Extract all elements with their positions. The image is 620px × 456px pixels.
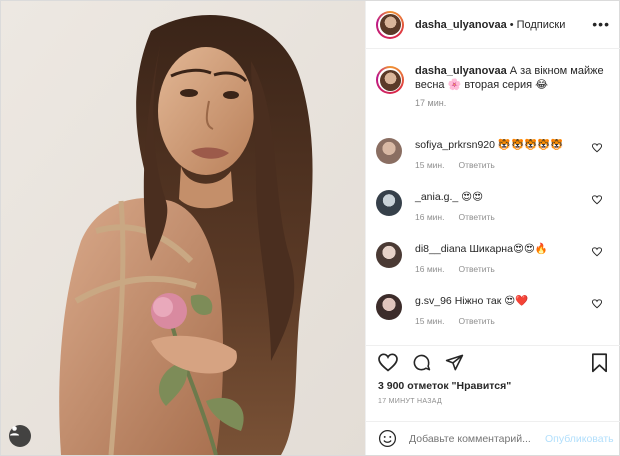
comment-like-icon[interactable] xyxy=(592,299,602,309)
header-separator: • xyxy=(509,18,514,31)
likes-count[interactable]: 3 900 отметок "Нравится" xyxy=(378,380,511,392)
commenter-avatar[interactable] xyxy=(376,242,402,268)
following-button[interactable]: Подписки xyxy=(517,19,566,31)
comment-username[interactable]: g.sv_96 xyxy=(415,295,452,307)
comment-text: Шикарна😍😍🔥 xyxy=(469,243,548,255)
caption-time: 17 мин. xyxy=(415,98,447,108)
comment-text: 🐯🐯🐯🐯🐯 xyxy=(497,139,564,151)
comment-time: 15 мин. xyxy=(415,160,445,170)
comment-time: 16 мин. xyxy=(415,264,445,274)
comment-username[interactable]: sofiya_prkrsn920 xyxy=(415,139,495,151)
comment-username[interactable]: _ania.g._ xyxy=(415,191,458,203)
comment-icon[interactable] xyxy=(412,353,431,372)
heart-icon[interactable] xyxy=(378,353,398,372)
emoji-icon[interactable] xyxy=(378,429,397,448)
commenter-avatar[interactable] xyxy=(376,294,402,320)
commenter-avatar[interactable] xyxy=(376,190,402,216)
more-options-icon[interactable]: ••• xyxy=(592,16,610,32)
reply-button[interactable]: Ответить xyxy=(458,264,494,274)
author-avatar[interactable] xyxy=(376,10,404,39)
comment-row: di8__diana Шикарна😍😍🔥 16 мин. Ответить xyxy=(366,234,620,286)
person-icon xyxy=(10,426,19,436)
caption-username[interactable]: dasha_ulyanovaa xyxy=(415,65,507,77)
add-comment-bar: Опубликовать xyxy=(366,421,620,455)
post-photo[interactable] xyxy=(1,1,365,455)
post-caption: dasha_ulyanovaa А за вікном майже весна … xyxy=(366,50,620,130)
share-icon[interactable] xyxy=(445,353,464,372)
post-sidebar: dasha_ulyanovaa • Подписки ••• dasha_uly… xyxy=(365,1,620,455)
comment-input[interactable] xyxy=(409,432,541,445)
reply-button[interactable]: Ответить xyxy=(458,160,494,170)
comment-username[interactable]: di8__diana xyxy=(415,243,466,255)
author-username[interactable]: dasha_ulyanovaa xyxy=(415,19,507,31)
comment-time: 15 мин. xyxy=(415,316,445,326)
comment-like-icon[interactable] xyxy=(592,143,602,153)
comment-text: Ніжно так 😍❤️ xyxy=(454,295,529,307)
post-time[interactable]: 17 МИНУТ НАЗАД xyxy=(378,398,442,405)
comment-row: _ania.g._ 😍😍 16 мин. Ответить xyxy=(366,182,620,234)
comment-row: sofiya_prkrsn920 🐯🐯🐯🐯🐯 15 мин. Ответить xyxy=(366,130,620,182)
post-photo-illustration xyxy=(1,1,365,455)
instagram-post: dasha_ulyanovaa • Подписки ••• dasha_uly… xyxy=(0,0,620,456)
comment-text: 😍😍 xyxy=(461,191,484,203)
bookmark-icon[interactable] xyxy=(591,353,608,373)
commenter-avatar[interactable] xyxy=(376,138,402,164)
comment-like-icon[interactable] xyxy=(592,195,602,205)
reply-button[interactable]: Ответить xyxy=(458,316,494,326)
publish-button[interactable]: Опубликовать xyxy=(545,433,614,445)
comments-list[interactable]: dasha_ulyanovaa А за вікном майже весна … xyxy=(366,50,620,346)
caption-avatar[interactable] xyxy=(376,66,404,94)
comment-row: g.sv_96 Ніжно так 😍❤️ 15 мин. Ответить xyxy=(366,286,620,338)
tagged-user-icon[interactable] xyxy=(9,425,31,447)
post-actions: 3 900 отметок "Нравится" 17 МИНУТ НАЗАД xyxy=(366,345,620,421)
comment-time: 16 мин. xyxy=(415,212,445,222)
post-header: dasha_ulyanovaa • Подписки ••• xyxy=(366,1,620,49)
reply-button[interactable]: Ответить xyxy=(458,212,494,222)
comment-like-icon[interactable] xyxy=(592,247,602,257)
